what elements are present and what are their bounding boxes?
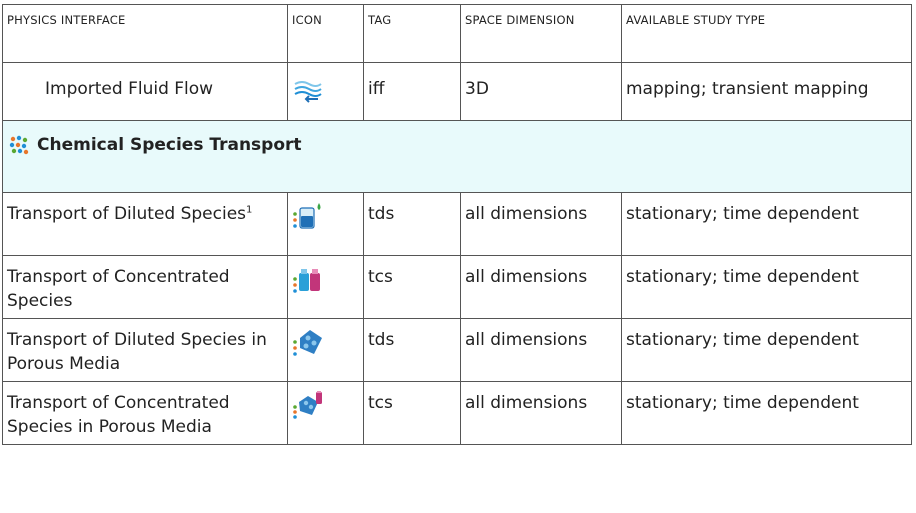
dimension-cell: all dimensions <box>460 255 622 319</box>
dimension-cell: 3D <box>460 62 622 121</box>
tag-cell: tcs <box>363 381 461 445</box>
tag-cell: tds <box>363 318 461 382</box>
header-physics-interface: PHYSICS INTERFACE <box>2 4 288 63</box>
table-row: Transport of Concentrated Species tcs al… <box>2 255 912 319</box>
concentrated-porous-icon <box>293 391 322 419</box>
study-type-cell: mapping; transient mapping <box>621 62 912 121</box>
diluted-porous-icon <box>293 330 322 356</box>
header-icon: ICON <box>287 4 364 63</box>
study-type-cell: stationary; time dependent <box>621 318 912 382</box>
study-type-cell: stationary; time dependent <box>621 192 912 256</box>
icon-cell <box>287 381 364 445</box>
study-type-cell: stationary; time dependent <box>621 381 912 445</box>
footnote-marker: 1 <box>246 204 253 216</box>
physics-interface-name: Transport of Diluted Species in Porous M… <box>2 318 288 382</box>
tag-cell: iff <box>363 62 461 121</box>
table-header-row: PHYSICS INTERFACE ICON TAG SPACE DIMENSI… <box>2 4 912 63</box>
section-header-cell: Chemical Species Transport <box>2 120 912 193</box>
physics-interface-name: Transport of Concentrated Species <box>2 255 288 319</box>
icon-cell <box>287 255 364 319</box>
table-row: Transport of Diluted Species in Porous M… <box>2 318 912 382</box>
header-space-dimension: SPACE DIMENSION <box>460 4 622 63</box>
dimension-cell: all dimensions <box>460 381 622 445</box>
header-tag: TAG <box>363 4 461 63</box>
icon-cell <box>287 192 364 256</box>
imported-fluid-flow-icon <box>294 81 322 103</box>
table-row: Imported Fluid Flow iff 3D mapping; tran… <box>2 62 912 121</box>
concentrated-species-icon <box>293 269 320 293</box>
tag-cell: tds <box>363 192 461 256</box>
header-study-type: AVAILABLE STUDY TYPE <box>621 4 912 63</box>
dimension-cell: all dimensions <box>460 192 622 256</box>
table-row: Transport of Diluted Species1 tds all di… <box>2 192 912 256</box>
diluted-species-icon <box>293 203 321 229</box>
physics-interface-name: Imported Fluid Flow <box>2 62 288 121</box>
table-row: Transport of Concentrated Species in Por… <box>2 381 912 445</box>
physics-interface-name: Transport of Concentrated Species in Por… <box>2 381 288 445</box>
icon-cell <box>287 62 364 121</box>
study-type-cell: stationary; time dependent <box>621 255 912 319</box>
chemical-species-icon <box>9 135 29 155</box>
section-row: Chemical Species Transport <box>2 120 912 193</box>
tag-cell: tcs <box>363 255 461 319</box>
dimension-cell: all dimensions <box>460 318 622 382</box>
physics-interface-name: Transport of Diluted Species <box>7 204 247 224</box>
physics-interface-name-cell: Transport of Diluted Species1 <box>2 192 288 256</box>
section-title: Chemical Species Transport <box>37 135 302 155</box>
icon-cell <box>287 318 364 382</box>
physics-interface-table: PHYSICS INTERFACE ICON TAG SPACE DIMENSI… <box>2 4 912 445</box>
